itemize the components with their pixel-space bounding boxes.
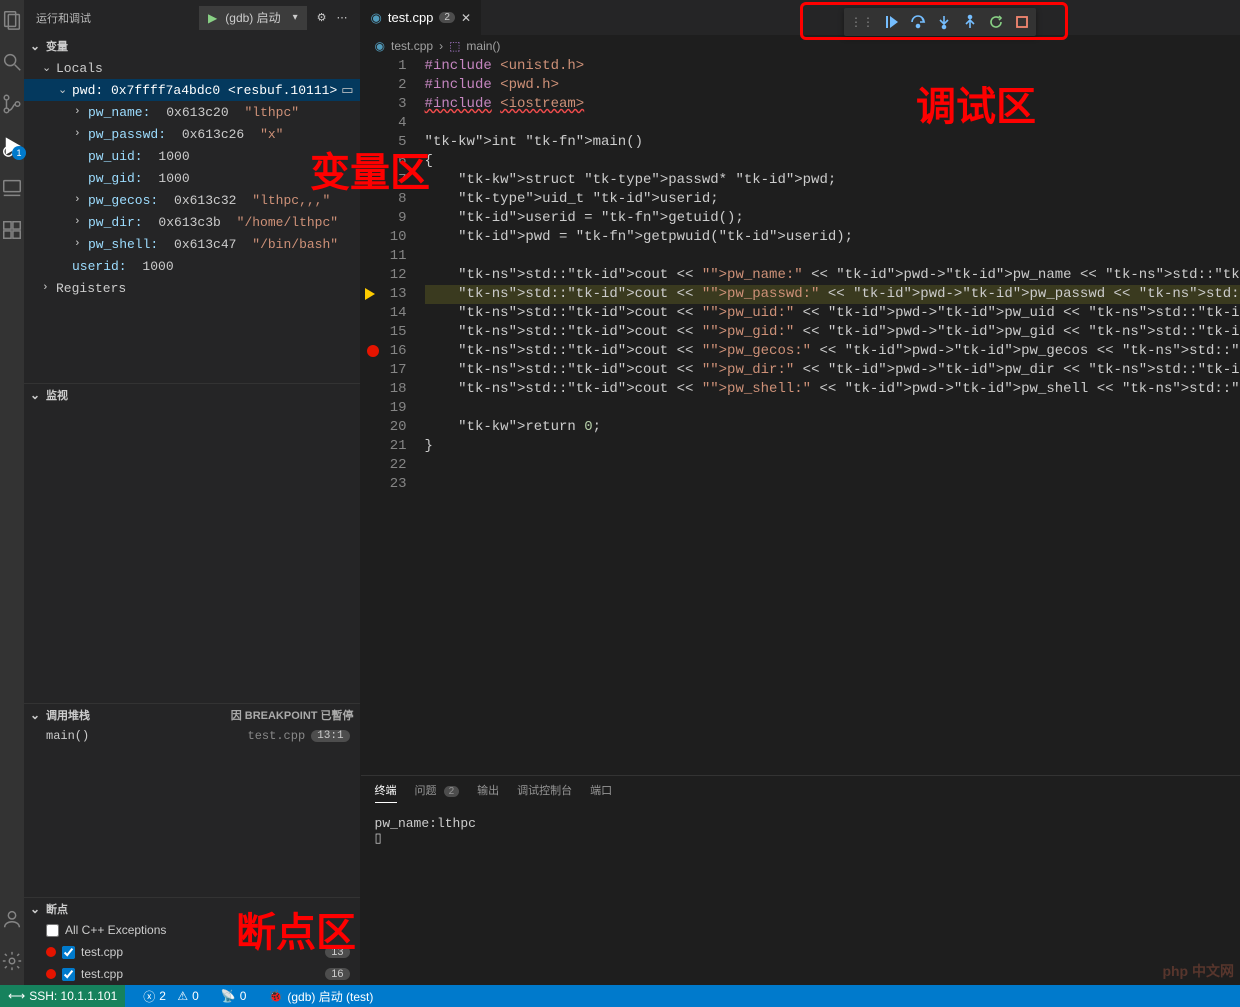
terminal-content[interactable]: pw_name:lthpc ▯ xyxy=(361,808,1240,985)
variables-body: ⌄Locals ⌄pwd: 0x7ffff7a4bdc0 <resbuf.101… xyxy=(24,57,360,299)
status-ports[interactable]: 📡0 xyxy=(217,985,251,1007)
debug-toolbar[interactable]: ⋮⋮ xyxy=(844,8,1036,36)
tab-test-cpp[interactable]: ◉ test.cpp 2 ✕ xyxy=(361,0,483,35)
watch-label: 监视 xyxy=(46,387,68,403)
bottom-panel: 终端 问题 2 输出 调试控制台 端口 pw_name:lthpc ▯ xyxy=(361,775,1240,985)
source-control-icon[interactable] xyxy=(0,92,24,116)
bp-checkbox[interactable] xyxy=(62,946,75,959)
more-icon[interactable]: ⋯ xyxy=(337,11,348,24)
breakpoints-section-header[interactable]: ⌄断点 xyxy=(24,897,360,919)
cpp-file-icon: ◉ xyxy=(375,39,385,53)
launch-label: (gdb) 启动 xyxy=(225,9,280,26)
bp-dot-icon xyxy=(46,947,56,957)
status-remote[interactable]: ⟷ SSH: 10.1.1.101 xyxy=(0,985,125,1007)
status-bar: ⟷ SSH: 10.1.1.101 ⓧ2 ⚠0 📡0 🐞(gdb) 启动 (te… xyxy=(0,985,1240,1007)
tab-debug-console[interactable]: 调试控制台 xyxy=(517,782,572,802)
watch-section-header[interactable]: ⌄监视 xyxy=(24,383,360,405)
locals-scope[interactable]: ⌄Locals xyxy=(24,57,360,79)
account-icon[interactable] xyxy=(0,907,24,931)
breadcrumb[interactable]: ◉ test.cpp › ⬚ main() xyxy=(361,35,1240,57)
drag-grip-icon[interactable]: ⋮⋮ xyxy=(850,15,874,29)
explorer-icon[interactable] xyxy=(0,8,24,32)
var-pw-gid[interactable]: › pw_gid: 1000 xyxy=(24,167,360,189)
breakpoints-label: 断点 xyxy=(46,901,68,917)
step-into-button[interactable] xyxy=(936,14,952,30)
var-pw-passwd[interactable]: › pw_passwd: 0x613c26 "x" xyxy=(24,123,360,145)
step-out-button[interactable] xyxy=(962,14,978,30)
extensions-icon[interactable] xyxy=(0,218,24,242)
callstack-label: 调用堆栈 xyxy=(46,707,90,723)
remote-icon: ⟷ xyxy=(8,989,25,1003)
tab-mod-count: 2 xyxy=(439,12,455,23)
error-icon: ⓧ xyxy=(143,988,155,1005)
object-icon: ▭ xyxy=(341,83,353,98)
debug-sidebar: 运行和调试 ▶ (gdb) 启动 ▾ ⚙ ⋯ ⌄变量 ⌄Locals ⌄pwd:… xyxy=(24,0,361,985)
var-pwd[interactable]: ⌄pwd: 0x7ffff7a4bdc0 <resbuf.10111> ▭ xyxy=(24,79,360,101)
var-pw-name[interactable]: › pw_name: 0x613c20 "lthpc" xyxy=(24,101,360,123)
status-problems[interactable]: ⓧ2 ⚠0 xyxy=(139,985,203,1007)
bp-all-exceptions[interactable]: All C++ Exceptions xyxy=(24,919,360,941)
variables-label: 变量 xyxy=(46,38,68,54)
run-debug-icon[interactable]: 1 xyxy=(0,134,24,158)
callstack-caption: 因 BREAKPOINT 已暫停 xyxy=(231,707,354,723)
stop-button[interactable] xyxy=(1014,14,1030,30)
editor-area: ◉ test.cpp 2 ✕ ◉ test.cpp › ⬚ main() 123… xyxy=(361,0,1240,985)
symbol-icon: ⬚ xyxy=(449,39,460,53)
editor-tabs: ◉ test.cpp 2 ✕ xyxy=(361,0,1240,35)
sidebar-header: 运行和调试 ▶ (gdb) 启动 ▾ ⚙ ⋯ xyxy=(24,0,360,35)
callstack-frame[interactable]: main() test.cpp 13:1 xyxy=(24,725,360,747)
chevron-down-icon: ▾ xyxy=(293,12,298,23)
registers-scope[interactable]: ›Registers xyxy=(24,277,360,299)
var-pw-gecos[interactable]: › pw_gecos: 0x613c32 "lthpc,,," xyxy=(24,189,360,211)
bp-dot-icon xyxy=(46,969,56,979)
panel-tabs: 终端 问题 2 输出 调试控制台 端口 xyxy=(361,776,1240,808)
settings-icon[interactable] xyxy=(0,949,24,973)
debug-badge: 1 xyxy=(12,146,26,160)
search-icon[interactable] xyxy=(0,50,24,74)
var-userid[interactable]: › userid: 1000 xyxy=(24,255,360,277)
tab-output[interactable]: 输出 xyxy=(477,782,499,802)
bp-checkbox[interactable] xyxy=(62,968,75,981)
bp-item-2[interactable]: test.cpp 16 xyxy=(24,963,360,985)
tab-ports[interactable]: 端口 xyxy=(590,782,612,802)
bp-all-checkbox[interactable] xyxy=(46,924,59,937)
watermark: php 中文网 xyxy=(1162,961,1234,981)
var-pw-shell[interactable]: › pw_shell: 0x613c47 "/bin/bash" xyxy=(24,233,360,255)
var-pw-uid[interactable]: › pw_uid: 1000 xyxy=(24,145,360,167)
gear-icon[interactable]: ⚙ xyxy=(317,11,327,24)
code-editor[interactable]: 1234567891011121314151617181920212223 #i… xyxy=(361,57,1240,775)
tab-problems[interactable]: 问题 2 xyxy=(415,782,460,802)
close-icon[interactable]: ✕ xyxy=(461,11,471,25)
bp-item-1[interactable]: test.cpp 13 xyxy=(24,941,360,963)
debug-icon: 🐞 xyxy=(268,989,283,1003)
continue-button[interactable] xyxy=(884,14,900,30)
launch-config-select[interactable]: ▶ (gdb) 启动 ▾ xyxy=(199,6,307,30)
play-icon: ▶ xyxy=(208,11,217,25)
remote-explorer-icon[interactable] xyxy=(0,176,24,200)
cpp-file-icon: ◉ xyxy=(371,10,382,26)
var-pw-dir[interactable]: › pw_dir: 0x613c3b "/home/lthpc" xyxy=(24,211,360,233)
warning-icon: ⚠ xyxy=(177,989,188,1003)
variables-section-header[interactable]: ⌄变量 xyxy=(24,35,360,57)
tab-terminal[interactable]: 终端 xyxy=(375,782,397,803)
radio-icon: 📡 xyxy=(221,989,236,1003)
sidebar-title: 运行和调试 xyxy=(36,10,91,26)
step-over-button[interactable] xyxy=(910,14,926,30)
status-debug[interactable]: 🐞(gdb) 启动 (test) xyxy=(264,985,377,1007)
callstack-section-header[interactable]: ⌄调用堆栈 因 BREAKPOINT 已暫停 xyxy=(24,703,360,725)
restart-button[interactable] xyxy=(988,14,1004,30)
activity-bar: 1 xyxy=(0,0,24,985)
